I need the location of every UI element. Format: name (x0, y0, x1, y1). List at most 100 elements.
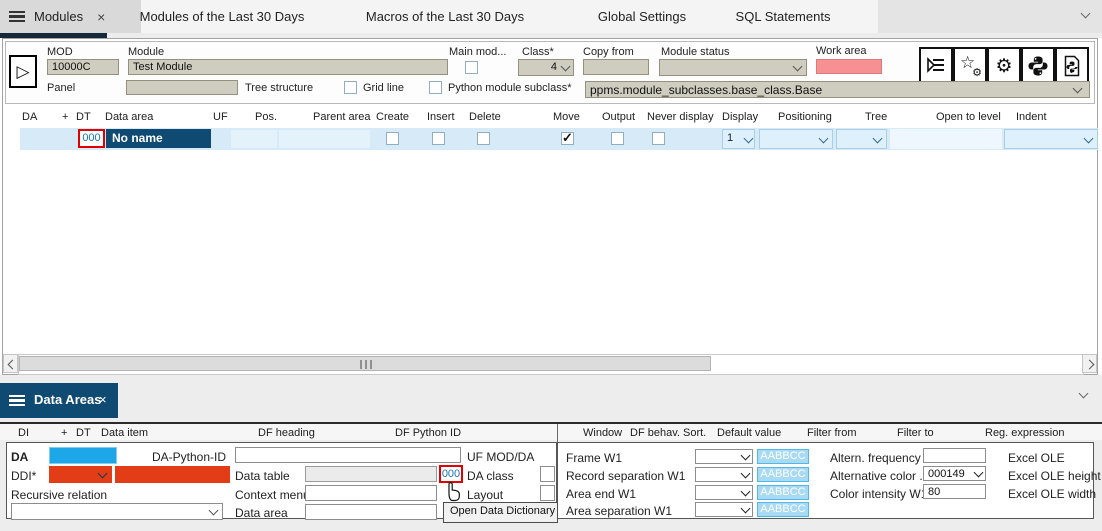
scroll-right-button[interactable] (1082, 354, 1097, 373)
col-tree: Tree (865, 111, 887, 123)
color-intensity-field[interactable]: 80 (923, 484, 986, 499)
row-dt-badge[interactable]: 000 (78, 129, 105, 148)
area-separation-color-chip[interactable]: AABBCC (757, 502, 809, 517)
python-subclass-checkbox[interactable] (429, 81, 442, 94)
data-table-field[interactable] (305, 466, 437, 482)
col-parent-area: Parent area (313, 111, 370, 123)
data-table-label: Data table (235, 469, 290, 483)
col-sort: Sort. (683, 427, 706, 439)
application-window: Modules × Modules of the Last 30 Days Ma… (0, 0, 1102, 531)
run-list-icon (925, 56, 947, 76)
scroll-left-button[interactable] (3, 354, 18, 373)
tab-macros-last-30-days[interactable]: Macros of the Last 30 Days (335, 0, 555, 33)
excel-ole-label: Excel OLE (1008, 451, 1065, 465)
python-icon (1027, 55, 1049, 77)
python-button[interactable] (1021, 47, 1055, 85)
copy-from-field[interactable] (583, 59, 649, 75)
run-module-button[interactable]: ▷ (9, 55, 37, 88)
col-default-value: Default value (717, 427, 781, 439)
tab-modules-last-30-days[interactable]: Modules of the Last 30 Days (110, 0, 334, 33)
recursive-relation-dropdown[interactable] (11, 503, 223, 520)
col-uf: UF (213, 111, 228, 123)
row-create-checkbox[interactable] (386, 132, 399, 145)
grid-line-checkbox[interactable] (344, 81, 357, 94)
module-label: Module (128, 46, 164, 58)
copy-from-label: Copy from (583, 46, 634, 58)
row-move-checkbox[interactable] (561, 132, 574, 145)
module-status-label: Module status (661, 46, 729, 58)
scrollbar-thumb[interactable] (19, 356, 711, 371)
context-menu-label: Context menu (235, 488, 310, 502)
col-df-python-id: DF Python ID (395, 427, 461, 439)
altern-frequency-field[interactable] (923, 448, 986, 463)
add-row-button[interactable]: + (62, 111, 68, 123)
python-script-button[interactable] (1055, 47, 1089, 85)
python-subclass-label: Python module subclass* (448, 82, 572, 94)
python-subclass-dropdown[interactable]: ppms.module_subclasses.base_class.Base (585, 81, 1090, 98)
row-parent-area-cell[interactable] (279, 130, 370, 148)
color-intensity-w1-label: Color intensity W1 (830, 487, 927, 501)
row-open-to-level-cell[interactable] (890, 129, 1002, 149)
module-field[interactable]: Test Module (128, 59, 448, 75)
col-insert: Insert (427, 111, 455, 123)
grid-line-label: Grid line (363, 82, 404, 94)
col-data-area: Data area (105, 111, 153, 123)
da-field[interactable] (49, 447, 117, 464)
context-menu-field[interactable] (305, 485, 437, 501)
panel-field[interactable] (126, 80, 238, 95)
area-end-color-chip[interactable]: AABBCC (757, 485, 809, 500)
main-mod-checkbox[interactable] (465, 61, 478, 74)
add-item-button[interactable]: + (61, 427, 67, 439)
da-python-id-label: DA-Python-ID (152, 450, 226, 464)
tab-data-areas[interactable]: Data Areas × (0, 383, 118, 418)
col-di: DI (18, 427, 29, 439)
area-separation-w1-label: Area separation W1 (566, 504, 672, 518)
row-data-area-cell[interactable]: No name (106, 129, 211, 148)
record-separation-color-chip[interactable]: AABBCC (757, 467, 809, 482)
col-never-display: Never display (647, 111, 714, 123)
hand-cursor-icon (443, 480, 463, 504)
uf-mod-da-label: UF MOD/DA (467, 450, 534, 464)
settings-button[interactable]: ⚙ (987, 47, 1021, 85)
col-window: Window (583, 427, 622, 439)
menu-icon[interactable] (9, 395, 25, 406)
data-area-field[interactable] (305, 504, 437, 520)
frame-color-chip[interactable]: AABBCC (757, 449, 809, 464)
row-never-display-checkbox[interactable] (652, 132, 665, 145)
close-icon[interactable]: × (99, 392, 107, 407)
col-da: DA (22, 111, 37, 123)
class-label: Class* (522, 46, 554, 58)
record-separation-w1-label: Record separation W1 (566, 469, 685, 483)
row-uf-cell[interactable] (231, 130, 277, 148)
star-settings-button[interactable]: ☆ ⚙ (953, 47, 987, 85)
da-python-id-field[interactable] (235, 447, 461, 463)
tab-label: SQL Statements (736, 9, 831, 24)
layout-field[interactable] (540, 485, 555, 501)
tab-sql-statements[interactable]: SQL Statements (712, 0, 854, 33)
python-file-icon (1061, 55, 1083, 77)
tab-label: Modules of the Last 30 Days (140, 9, 305, 24)
close-icon[interactable]: × (97, 9, 105, 25)
col-delete: Delete (469, 111, 501, 123)
run-parameters-button[interactable] (919, 47, 953, 85)
module-status-dropdown[interactable] (659, 59, 807, 76)
tab-global-settings[interactable]: Global Settings (555, 0, 729, 33)
row-insert-checkbox[interactable] (432, 132, 445, 145)
tooltip: Open Data Dictionary (443, 502, 558, 523)
work-area-field[interactable] (816, 59, 882, 74)
row-output-checkbox[interactable] (611, 132, 624, 145)
col-open-to-level: Open to level (936, 111, 1001, 123)
col-dt2: DT (76, 427, 91, 439)
tree-structure-label: Tree structure (245, 82, 313, 94)
scroll-right-icon (1085, 360, 1095, 370)
star-gear-icon: ☆ ⚙ (960, 56, 980, 76)
tab-label: Global Settings (598, 9, 686, 24)
col-create: Create (376, 111, 409, 123)
col-move: Move (553, 111, 580, 123)
da-class-field[interactable] (540, 466, 555, 482)
ddi-field[interactable] (115, 466, 230, 483)
col-reg-expression: Reg. expression (985, 427, 1065, 439)
menu-icon[interactable] (9, 11, 25, 22)
row-delete-checkbox[interactable] (477, 132, 490, 145)
mod-field[interactable]: 10000C (47, 59, 119, 75)
